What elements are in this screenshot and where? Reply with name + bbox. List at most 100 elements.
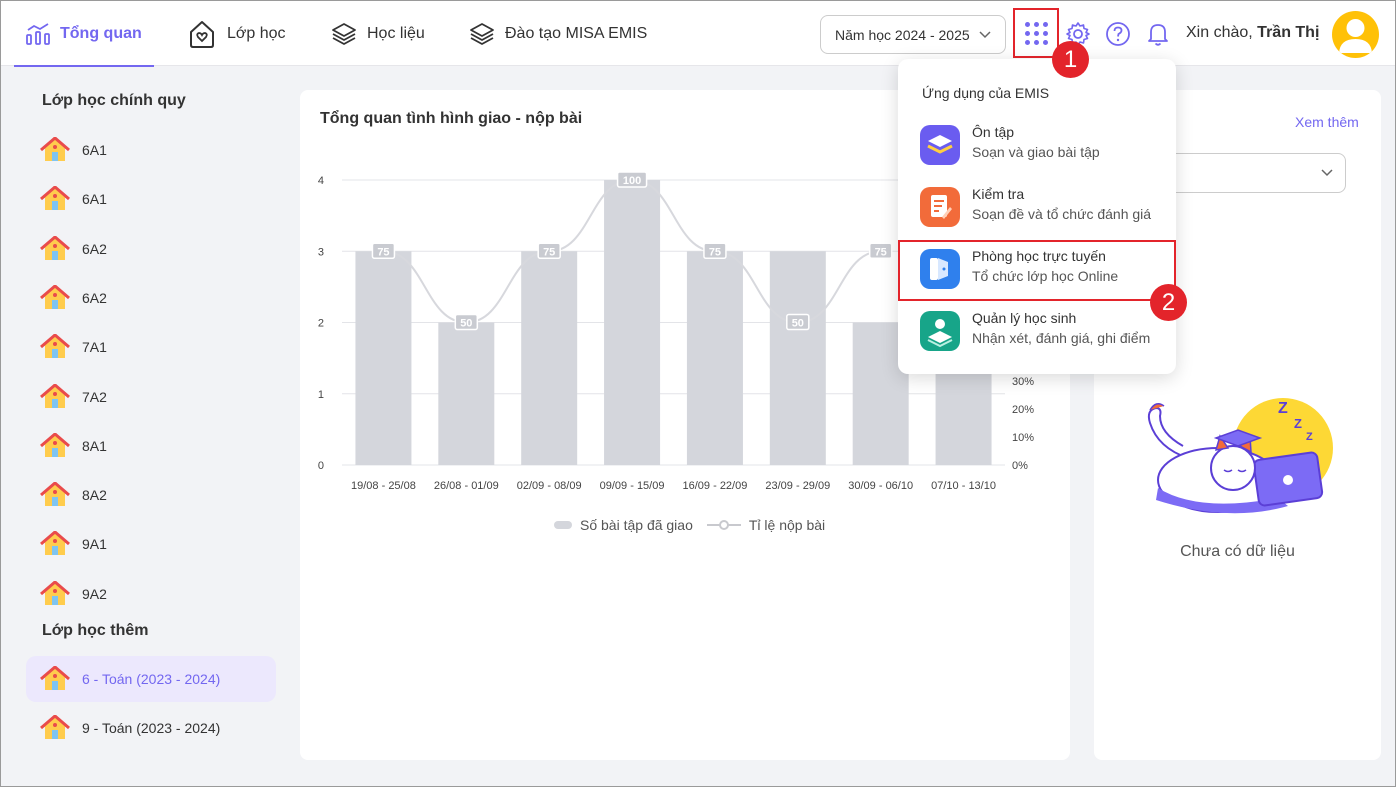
school-year-value: Năm học 2024 - 2025 bbox=[835, 26, 970, 43]
app-menu-item[interactable]: Kiểm tra Soạn đề và tổ chức đánh giá bbox=[898, 178, 1176, 238]
apps-menu-title: Ứng dụng của EMIS bbox=[922, 85, 1050, 101]
class-house-icon bbox=[40, 531, 70, 556]
class-item[interactable]: 8A2 bbox=[26, 472, 276, 518]
top-navigation-bar: Tổng quan Lớp học Học liệu Đào tạo MISA … bbox=[1, 1, 1395, 67]
extra-class-item[interactable]: 6 - Toán (2023 - 2024) bbox=[26, 656, 276, 702]
x-tick-label: 02/09 - 08/09 bbox=[517, 480, 582, 492]
class-name: 6A2 bbox=[82, 289, 107, 306]
chart-legend: Số bài tập đã giao Tỉ lệ nộp bài bbox=[554, 517, 825, 533]
app-name: Phòng học trực tuyến bbox=[972, 248, 1106, 264]
regular-classes-title: Lớp học chính quy bbox=[42, 92, 186, 109]
x-tick-label: 23/09 - 29/09 bbox=[765, 480, 830, 492]
app-name: Kiểm tra bbox=[972, 186, 1025, 202]
class-name: 9A1 bbox=[82, 536, 107, 553]
y2-tick-label: 0% bbox=[1012, 460, 1028, 472]
test-document-icon bbox=[920, 187, 960, 227]
class-item[interactable]: 6A1 bbox=[26, 127, 276, 173]
app-description: Nhận xét, đánh giá, ghi điểm bbox=[972, 330, 1151, 346]
view-more-link[interactable]: Xem thêm bbox=[1295, 114, 1359, 130]
app-name: Ôn tập bbox=[972, 124, 1015, 140]
empty-state-text: Chưa có dữ liệu bbox=[1180, 543, 1295, 560]
legend-bars[interactable]: Số bài tập đã giao bbox=[554, 517, 693, 533]
class-house-icon bbox=[40, 334, 70, 359]
layers-icon bbox=[470, 22, 494, 45]
class-house-icon bbox=[40, 284, 70, 309]
user-avatar[interactable] bbox=[1332, 11, 1379, 58]
class-name: 8A1 bbox=[82, 437, 107, 454]
nav-training-label: Đào tạo MISA EMIS bbox=[505, 24, 648, 42]
app-name: Quản lý học sinh bbox=[972, 310, 1077, 326]
x-tick-label: 30/09 - 06/10 bbox=[848, 480, 913, 492]
class-item[interactable]: 6A2 bbox=[26, 275, 276, 321]
nav-materials-label: Học liệu bbox=[367, 24, 425, 42]
apps-grid-button[interactable] bbox=[1013, 8, 1059, 58]
data-label: 75 bbox=[875, 246, 887, 258]
bar bbox=[686, 251, 743, 465]
x-tick-label: 07/10 - 13/10 bbox=[931, 480, 996, 492]
apps-dropdown-menu: Ứng dụng của EMIS Ôn tập Soạn và giao bài… bbox=[898, 59, 1176, 374]
y-tick-label: 0 bbox=[318, 460, 324, 472]
bar bbox=[769, 251, 826, 465]
class-item[interactable]: 8A1 bbox=[26, 423, 276, 469]
app-menu-item[interactable]: Phòng học trực tuyến Tổ chức lớp học Onli… bbox=[898, 240, 1176, 300]
help-question-icon bbox=[1106, 22, 1130, 46]
extra-class-item[interactable]: 9 - Toán (2023 - 2024) bbox=[26, 705, 276, 751]
data-label: 75 bbox=[543, 246, 555, 258]
class-item[interactable]: 7A1 bbox=[26, 324, 276, 370]
class-item[interactable]: 7A2 bbox=[26, 374, 276, 420]
app-description: Soạn đề và tổ chức đánh giá bbox=[972, 206, 1152, 222]
chart-trend-icon bbox=[26, 22, 50, 45]
legend-line-swatch bbox=[706, 520, 741, 530]
class-item[interactable]: 9A1 bbox=[26, 521, 276, 567]
chevron-down-icon bbox=[1321, 169, 1333, 177]
class-house-icon bbox=[40, 666, 70, 690]
data-label: 75 bbox=[709, 246, 721, 258]
data-label: 100 bbox=[623, 175, 641, 187]
help-button[interactable] bbox=[1105, 21, 1131, 47]
class-item[interactable]: 6A1 bbox=[26, 176, 276, 222]
class-name: 6 - Toán (2023 - 2024) bbox=[82, 671, 221, 687]
nav-training[interactable]: Đào tạo MISA EMIS bbox=[469, 1, 647, 66]
y-tick-label: 3 bbox=[318, 246, 324, 258]
bar bbox=[438, 322, 495, 465]
nav-overview[interactable]: Tổng quan bbox=[14, 1, 154, 67]
y-tick-label: 1 bbox=[318, 389, 324, 401]
school-year-select[interactable]: Năm học 2024 - 2025 bbox=[820, 15, 1006, 54]
y2-tick-label: 20% bbox=[1012, 404, 1034, 416]
class-house-icon bbox=[40, 235, 70, 260]
x-tick-label: 19/08 - 25/08 bbox=[351, 480, 416, 492]
class-house-icon bbox=[40, 383, 70, 408]
class-sidebar: Lớp học chính quy 6A1 6A1 6A2 6A2 7A1 7A2 8A1 8… bbox=[14, 80, 284, 770]
class-name: 8A2 bbox=[82, 487, 107, 504]
nav-materials[interactable]: Học liệu bbox=[331, 1, 425, 66]
class-house-icon bbox=[40, 580, 70, 605]
y2-tick-label: 10% bbox=[1012, 432, 1034, 444]
y-tick-label: 4 bbox=[318, 175, 324, 187]
class-house-icon bbox=[40, 137, 70, 161]
app-menu-item[interactable]: Ôn tập Soạn và giao bài tập bbox=[898, 116, 1176, 176]
nav-classes[interactable]: Lớp học bbox=[187, 1, 286, 66]
class-name: 9 - Toán (2023 - 2024) bbox=[82, 720, 221, 736]
legend-bars-label: Số bài tập đã giao bbox=[580, 517, 693, 533]
bar bbox=[521, 251, 578, 465]
app-description: Tổ chức lớp học Online bbox=[972, 268, 1119, 284]
svg-text:Z: Z bbox=[1278, 400, 1288, 417]
class-house-icon bbox=[40, 482, 70, 507]
app-menu-item[interactable]: Quản lý học sinh Nhận xét, đánh giá, ghi … bbox=[898, 302, 1176, 362]
data-label: 50 bbox=[460, 318, 472, 330]
right-panel-select[interactable] bbox=[1154, 153, 1346, 193]
class-item[interactable]: 6A2 bbox=[26, 226, 276, 272]
notifications-button[interactable] bbox=[1145, 21, 1171, 47]
bar bbox=[355, 251, 412, 465]
class-house-icon bbox=[40, 715, 70, 739]
legend-line[interactable]: Tỉ lệ nộp bài bbox=[706, 517, 825, 533]
svg-text:Z: Z bbox=[1306, 431, 1313, 443]
y2-tick-label: 30% bbox=[1012, 376, 1034, 388]
extra-classes-title: Lớp học thêm bbox=[42, 622, 149, 639]
layers-icon bbox=[332, 22, 356, 45]
class-name: 7A1 bbox=[82, 339, 107, 356]
x-tick-label: 26/08 - 01/09 bbox=[434, 480, 499, 492]
svg-text:Z: Z bbox=[1294, 416, 1302, 431]
class-item[interactable]: 9A2 bbox=[26, 571, 276, 617]
user-icon bbox=[1339, 19, 1372, 53]
